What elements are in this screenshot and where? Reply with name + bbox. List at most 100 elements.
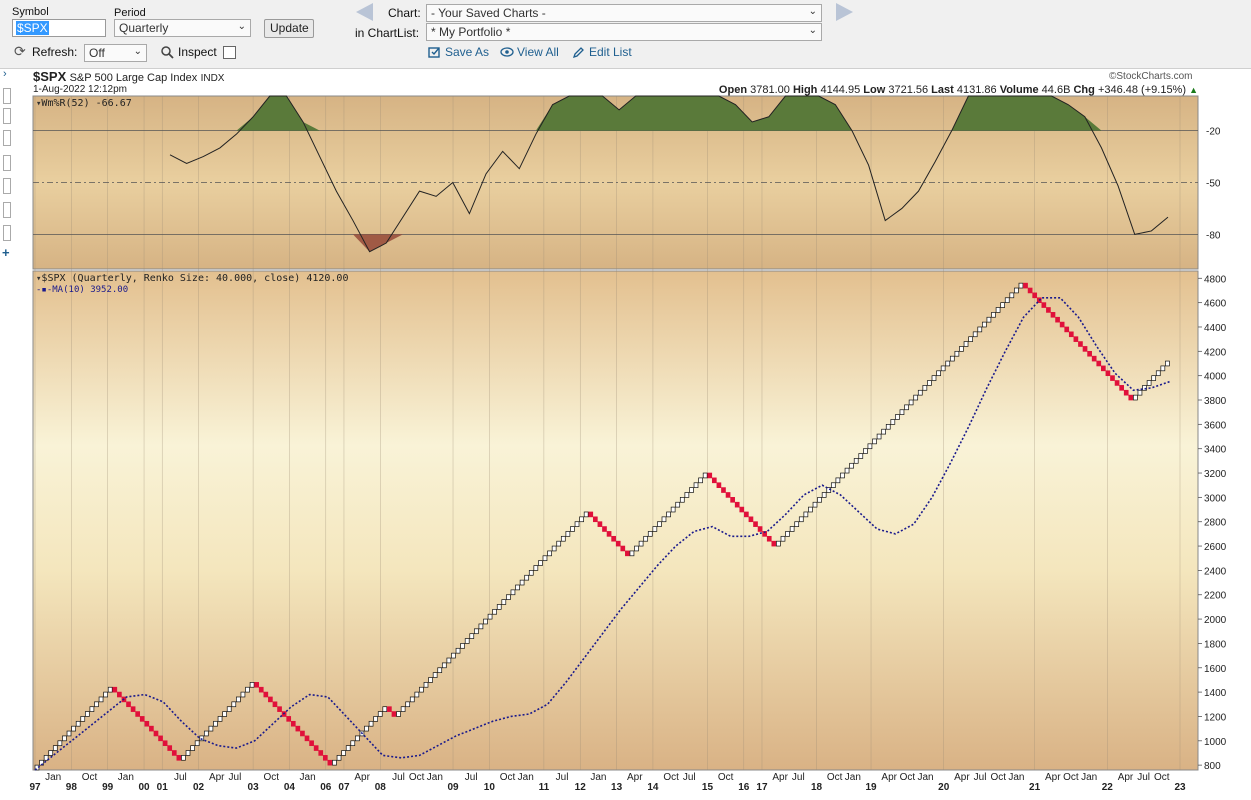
x-axis-tick-label: 14 bbox=[647, 782, 659, 793]
ma-legend-swatch: -▪- bbox=[36, 285, 53, 295]
price-tick-label: 1200 bbox=[1204, 712, 1227, 723]
renko-up-brick bbox=[94, 701, 99, 708]
x-axis-tick-label: Jan bbox=[590, 772, 606, 783]
x-axis-tick-label: Oct bbox=[500, 772, 516, 783]
renko-up-brick bbox=[927, 380, 932, 386]
x-axis-tick-label: 23 bbox=[1174, 782, 1186, 793]
renko-up-brick bbox=[510, 589, 516, 596]
renko-up-brick bbox=[240, 691, 246, 698]
renko-up-brick bbox=[496, 604, 502, 610]
renko-up-brick bbox=[1000, 302, 1005, 308]
renko-up-brick bbox=[689, 487, 694, 493]
renko-down-brick bbox=[130, 706, 136, 712]
renko-up-brick bbox=[643, 535, 649, 542]
x-axis-tick-label: Jul bbox=[974, 772, 987, 783]
x-axis-tick-label: Oct bbox=[990, 772, 1006, 783]
renko-down-brick bbox=[1091, 355, 1097, 362]
indicator-tick-label: -80 bbox=[1206, 230, 1221, 241]
renko-down-brick bbox=[730, 497, 735, 503]
renko-up-brick bbox=[634, 545, 639, 552]
renko-up-brick bbox=[876, 433, 882, 440]
renko-up-brick bbox=[940, 365, 946, 372]
price-tick-label: 4600 bbox=[1204, 299, 1227, 310]
renko-up-brick bbox=[71, 725, 76, 732]
price-tick-label: 2000 bbox=[1204, 615, 1227, 626]
renko-up-brick bbox=[936, 370, 941, 377]
x-axis-tick-label: 18 bbox=[811, 782, 823, 793]
renko-down-brick bbox=[1046, 307, 1051, 313]
renko-up-brick bbox=[213, 720, 218, 727]
renko-up-brick bbox=[652, 526, 658, 532]
x-axis-tick-label: Jul bbox=[174, 772, 187, 783]
renko-up-brick bbox=[560, 535, 566, 542]
renko-up-brick bbox=[982, 321, 987, 328]
price-tick-label: 1000 bbox=[1204, 737, 1227, 748]
renko-up-brick bbox=[377, 711, 383, 717]
renko-up-brick bbox=[1146, 380, 1152, 386]
x-axis-tick-label: Oct bbox=[900, 772, 916, 783]
renko-up-brick bbox=[231, 701, 237, 708]
x-axis-tick-label: 22 bbox=[1102, 782, 1114, 793]
x-axis-tick-label: Apr bbox=[881, 772, 897, 783]
renko-up-brick bbox=[57, 740, 63, 747]
renko-up-brick bbox=[917, 389, 923, 396]
renko-up-brick bbox=[515, 584, 520, 591]
renko-up-brick bbox=[396, 711, 401, 717]
x-axis-tick-label: Jul bbox=[229, 772, 242, 783]
renko-up-brick bbox=[844, 467, 850, 474]
renko-up-brick bbox=[217, 716, 223, 722]
renko-down-brick bbox=[1078, 341, 1083, 347]
renko-up-brick bbox=[181, 755, 186, 761]
renko-down-brick bbox=[304, 735, 310, 742]
renko-up-brick bbox=[236, 696, 241, 703]
renko-down-brick bbox=[597, 521, 603, 527]
renko-up-brick bbox=[885, 424, 891, 430]
renko-up-brick bbox=[1165, 360, 1170, 367]
renko-up-brick bbox=[551, 545, 557, 552]
renko-up-brick bbox=[62, 735, 67, 742]
renko-down-brick bbox=[766, 535, 772, 542]
renko-up-brick bbox=[858, 453, 864, 459]
indicator-tick-label: -50 bbox=[1206, 179, 1221, 190]
renko-down-brick bbox=[592, 516, 598, 523]
renko-up-brick bbox=[506, 594, 511, 600]
x-axis-tick-label: 00 bbox=[138, 782, 150, 793]
renko-up-brick bbox=[794, 521, 800, 527]
renko-up-brick bbox=[579, 516, 584, 523]
renko-up-brick bbox=[963, 341, 969, 347]
ma-legend: -▪-MA(10) 3952.00 bbox=[36, 285, 128, 295]
price-tick-label: 2600 bbox=[1204, 542, 1227, 553]
price-tick-label: 2400 bbox=[1204, 566, 1227, 577]
renko-up-brick bbox=[867, 443, 873, 450]
renko-up-brick bbox=[52, 745, 58, 751]
renko-up-brick bbox=[222, 711, 227, 717]
renko-down-brick bbox=[126, 701, 131, 708]
x-axis-tick-label: Apr bbox=[1118, 772, 1134, 783]
renko-up-brick bbox=[249, 682, 255, 688]
renko-up-brick bbox=[679, 497, 685, 503]
renko-up-brick bbox=[702, 472, 708, 479]
renko-up-brick bbox=[556, 540, 562, 547]
price-tick-label: 4200 bbox=[1204, 347, 1227, 358]
renko-up-brick bbox=[1151, 375, 1157, 381]
renko-down-brick bbox=[1064, 326, 1070, 333]
renko-down-brick bbox=[625, 550, 630, 557]
x-axis-tick-label: 01 bbox=[157, 782, 169, 793]
x-axis-tick-label: Apr bbox=[954, 772, 970, 783]
renko-up-brick bbox=[908, 399, 914, 406]
x-axis-tick-label: 21 bbox=[1029, 782, 1041, 793]
renko-up-brick bbox=[945, 360, 951, 367]
x-axis-tick-label: 17 bbox=[756, 782, 768, 793]
renko-up-brick bbox=[194, 740, 200, 747]
renko-up-brick bbox=[670, 506, 676, 513]
renko-down-brick bbox=[602, 526, 607, 532]
renko-down-brick bbox=[748, 516, 754, 523]
renko-up-brick bbox=[469, 633, 475, 639]
renko-up-brick bbox=[533, 565, 539, 571]
x-axis-tick-label: Jul bbox=[792, 772, 805, 783]
renko-up-brick bbox=[1004, 297, 1010, 303]
renko-up-brick bbox=[785, 531, 790, 537]
renko-down-brick bbox=[112, 686, 118, 693]
renko-up-brick bbox=[812, 501, 818, 508]
renko-up-brick bbox=[1133, 394, 1138, 401]
